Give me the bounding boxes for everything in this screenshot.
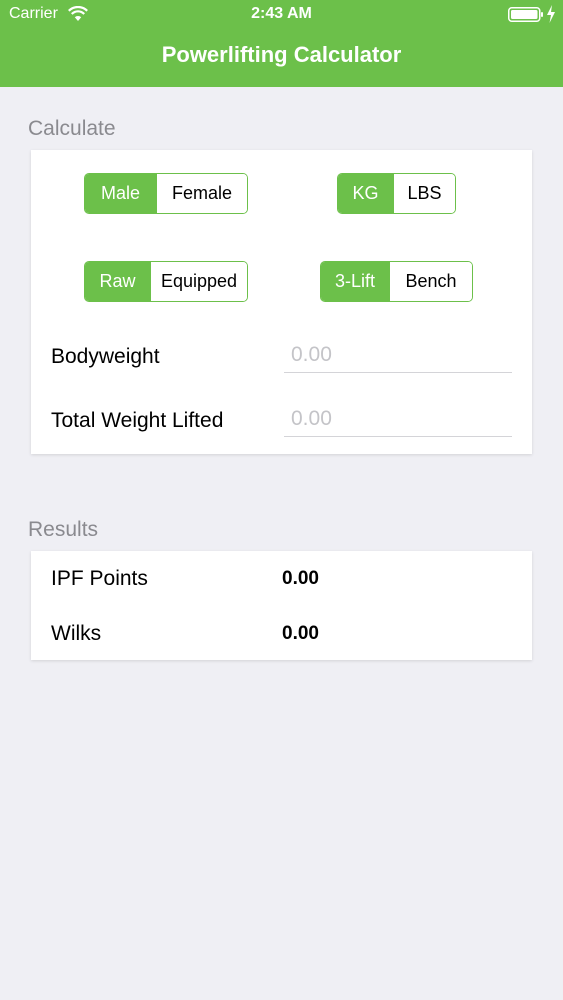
calculate-card: Male Female KG LBS Raw Equipped 3-Lift B… (31, 150, 532, 454)
total-weight-input[interactable] (284, 401, 512, 437)
equipment-option-equipped[interactable]: Equipped (150, 262, 247, 301)
event-option-3-lift[interactable]: 3-Lift (321, 262, 389, 301)
event-segmented-control: 3-Lift Bench (320, 261, 473, 302)
ipf-points-value: 0.00 (282, 568, 319, 589)
bodyweight-label: Bodyweight (51, 345, 160, 368)
page-title: Powerlifting Calculator (161, 42, 402, 67)
wilks-value: 0.00 (282, 623, 319, 644)
wilks-label: Wilks (51, 622, 102, 645)
equipment-option-raw[interactable]: Raw (85, 262, 150, 301)
unit-segmented-control: KG LBS (337, 173, 456, 214)
bodyweight-input[interactable] (284, 337, 512, 373)
top-bar: Carrier 2:43 AM Powerlifting Calculator (0, 0, 563, 87)
sex-option-female[interactable]: Female (156, 174, 247, 213)
unit-option-lbs[interactable]: LBS (393, 174, 455, 213)
battery-icon (508, 7, 543, 22)
results-header: Results (28, 518, 99, 541)
status-bar: Carrier 2:43 AM (0, 0, 563, 30)
event-option-bench[interactable]: Bench (389, 262, 472, 301)
ipf-points-label: IPF Points (51, 567, 148, 590)
charging-bolt-icon (547, 5, 555, 23)
results-card: IPF Points 0.00 Wilks 0.00 (31, 551, 532, 660)
sex-segmented-control: Male Female (84, 173, 248, 214)
sex-option-male[interactable]: Male (85, 174, 156, 213)
unit-option-kg[interactable]: KG (338, 174, 393, 213)
equipment-segmented-control: Raw Equipped (84, 261, 248, 302)
status-time: 2:43 AM (251, 5, 312, 22)
total-weight-label: Total Weight Lifted (51, 409, 224, 432)
calculate-header: Calculate (28, 117, 116, 140)
